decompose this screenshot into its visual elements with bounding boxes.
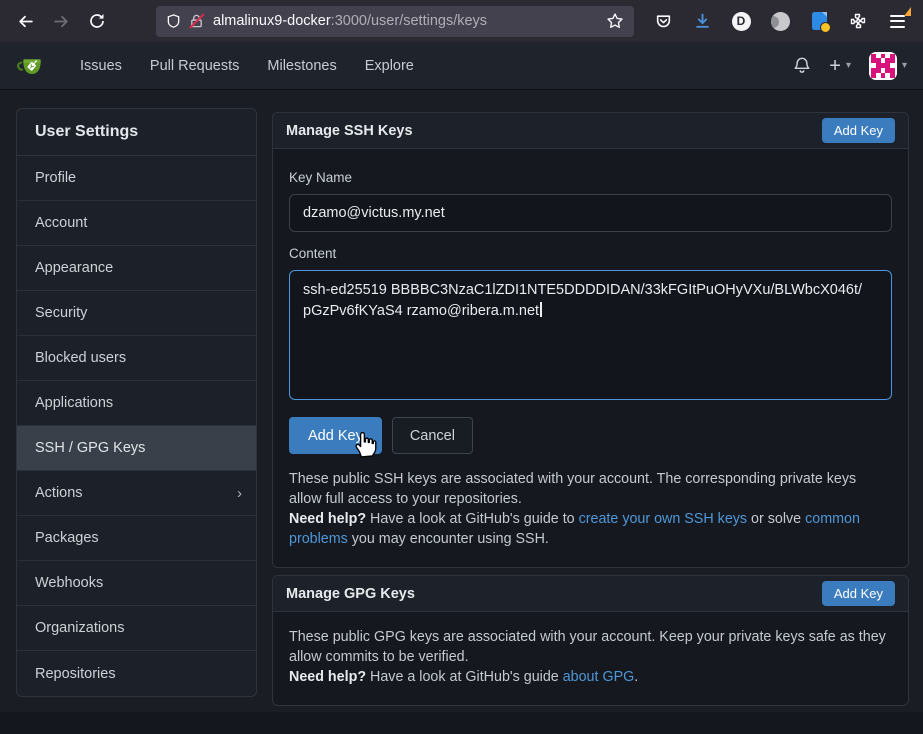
sidebar-title: User Settings [17, 109, 256, 156]
text-caret [540, 302, 542, 317]
manage-ssh-keys-panel: Manage SSH Keys Add Key Key Name Content… [272, 112, 909, 568]
app-navbar: Issues Pull Requests Milestones Explore … [0, 42, 923, 90]
ssh-panel-title: Manage SSH Keys [286, 123, 413, 139]
document-extension-icon[interactable] [807, 9, 831, 33]
sidebar-item-account[interactable]: Account [17, 201, 256, 246]
sidebar-item-webhooks[interactable]: Webhooks [17, 561, 256, 606]
sidebar-item-appearance[interactable]: Appearance [17, 246, 256, 291]
url-text: almalinux9-docker:3000/user/settings/key… [213, 13, 598, 29]
refresh-icon [89, 13, 105, 29]
chevron-down-icon: ▾ [902, 60, 907, 71]
ssh-help-text: These public SSH keys are associated wit… [289, 469, 892, 549]
gpg-guide-link[interactable]: about GPG [563, 669, 635, 685]
sidebar-item-repositories[interactable]: Repositories [17, 651, 256, 696]
update-badge [904, 7, 911, 16]
ssh-header-add-key-button[interactable]: Add Key [822, 118, 895, 143]
cancel-button[interactable]: Cancel [392, 417, 473, 454]
insecure-lock-icon[interactable] [189, 13, 205, 29]
pocket-icon[interactable] [651, 9, 675, 33]
shield-icon [166, 13, 181, 29]
sidebar-item-applications[interactable]: Applications [17, 381, 256, 426]
plus-icon: + [829, 56, 841, 76]
sidebar-item-profile[interactable]: Profile [17, 156, 256, 201]
gpg-header-add-key-button[interactable]: Add Key [822, 581, 895, 606]
gpg-panel-body: These public GPG keys are associated wit… [273, 612, 908, 705]
chevron-down-icon: ▾ [846, 60, 851, 71]
sidebar-item-packages[interactable]: Packages [17, 516, 256, 561]
ssh-panel-body: Key Name Content ssh-ed25519 BBBBC3NzaC1… [273, 149, 908, 567]
gpg-panel-title: Manage GPG Keys [286, 586, 415, 602]
refresh-button[interactable] [82, 6, 112, 36]
sidebar-item-actions[interactable]: Actions › [17, 471, 256, 516]
url-bar[interactable]: almalinux9-docker:3000/user/settings/key… [156, 6, 634, 37]
nav-item-explore[interactable]: Explore [351, 42, 428, 90]
download-icon[interactable] [690, 9, 714, 33]
create-new-menu[interactable]: + ▾ [829, 56, 851, 76]
key-content-textarea[interactable]: ssh-ed25519 BBBBC3NzaC1lZDI1NTE5DDDDIDAN… [289, 270, 892, 400]
gitea-logo[interactable] [16, 50, 48, 82]
ssh-guide-link[interactable]: create your own SSH keys [579, 511, 747, 527]
gpg-help-text: These public GPG keys are associated wit… [289, 627, 892, 687]
key-name-label: Key Name [289, 170, 892, 185]
nav-item-issues[interactable]: Issues [66, 42, 136, 90]
duckduckgo-icon[interactable]: D [729, 9, 753, 33]
browser-extensions: D [651, 9, 913, 33]
avatar [869, 52, 897, 80]
nav-item-pull-requests[interactable]: Pull Requests [136, 42, 253, 90]
menu-icon[interactable] [885, 9, 909, 33]
user-menu[interactable]: ▾ [869, 52, 907, 80]
forward-button[interactable] [46, 6, 76, 36]
sidebar-item-ssh-gpg-keys[interactable]: SSH / GPG Keys [17, 426, 256, 471]
back-icon [17, 13, 34, 30]
forward-icon [53, 13, 70, 30]
bookmark-star-icon[interactable] [606, 12, 624, 30]
puzzle-extensions-icon[interactable] [846, 9, 870, 33]
notifications-bell-icon[interactable] [793, 56, 811, 75]
content-label: Content [289, 246, 892, 261]
sidebar-item-organizations[interactable]: Organizations [17, 606, 256, 651]
browser-toolbar: almalinux9-docker:3000/user/settings/key… [0, 0, 923, 42]
extension-blob-icon[interactable] [768, 9, 792, 33]
sidebar-item-security[interactable]: Security [17, 291, 256, 336]
settings-sidebar: User Settings Profile Account Appearance… [16, 108, 257, 697]
manage-gpg-keys-panel: Manage GPG Keys Add Key These public GPG… [272, 575, 909, 706]
nav-item-milestones[interactable]: Milestones [253, 42, 350, 90]
add-key-submit-button[interactable]: Add Key [289, 417, 382, 454]
sidebar-item-blocked-users[interactable]: Blocked users [17, 336, 256, 381]
footer-strip [0, 712, 923, 734]
chevron-right-icon: › [237, 485, 242, 502]
settings-page: User Settings Profile Account Appearance… [0, 90, 923, 734]
key-name-input[interactable] [289, 194, 892, 232]
gpg-panel-header: Manage GPG Keys Add Key [273, 576, 908, 612]
ssh-panel-header: Manage SSH Keys Add Key [273, 113, 908, 149]
back-button[interactable] [10, 6, 40, 36]
